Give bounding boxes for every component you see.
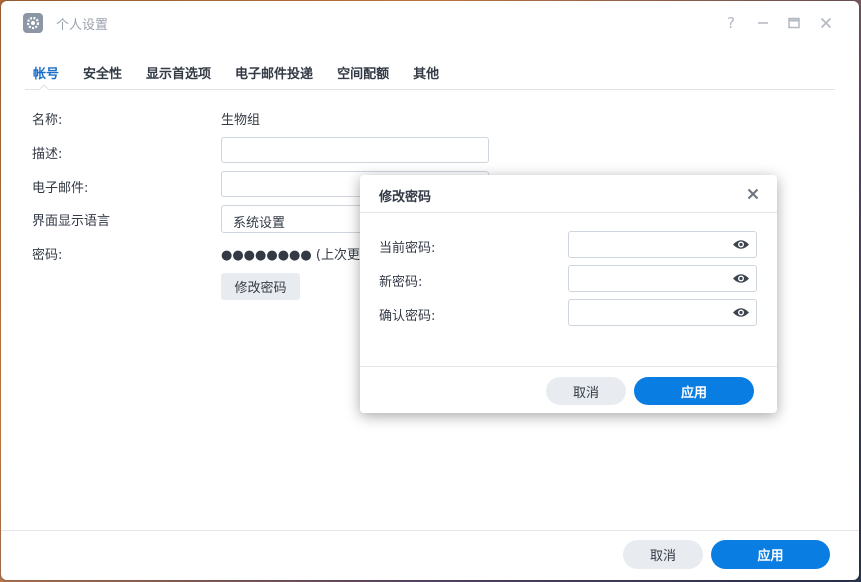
tab-bar: 帐号 安全性 显示首选项 电子邮件投递 空间配额 其他: [33, 63, 463, 89]
language-label: 界面显示语言: [32, 214, 111, 229]
change-password-dialog: 修改密码 当前密码: 新密码: 确认密码: 取消 应用: [360, 175, 777, 413]
cancel-button[interactable]: 取消: [623, 540, 703, 569]
help-icon[interactable]: ?: [721, 13, 741, 33]
dialog-cancel-button[interactable]: 取消: [546, 377, 626, 405]
eye-icon[interactable]: [732, 306, 750, 319]
active-tab-caret: [39, 84, 49, 91]
confirm-password-input[interactable]: [568, 299, 757, 326]
new-password-label: 新密码:: [379, 275, 423, 290]
name-value: 生物组: [221, 113, 261, 128]
password-label: 密码:: [32, 248, 63, 263]
tab-quota[interactable]: 空间配额: [337, 63, 389, 89]
dialog-header-divider: [360, 212, 777, 213]
footer-divider: [1, 530, 859, 531]
minimize-icon[interactable]: [753, 13, 773, 33]
description-label: 描述:: [32, 147, 63, 162]
tab-other[interactable]: 其他: [413, 63, 439, 89]
description-input[interactable]: [221, 137, 489, 163]
new-password-input[interactable]: [568, 265, 757, 292]
language-select[interactable]: 系统设置: [221, 205, 371, 233]
name-label: 名称:: [32, 113, 63, 128]
change-password-button[interactable]: 修改密码: [221, 273, 300, 300]
eye-icon[interactable]: [732, 272, 750, 285]
maximize-icon[interactable]: [784, 13, 804, 33]
tab-divider: [25, 89, 835, 90]
dialog-title: 修改密码: [379, 190, 432, 205]
window-title: 个人设置: [56, 18, 109, 33]
tab-security[interactable]: 安全性: [83, 63, 122, 89]
close-icon[interactable]: [816, 13, 836, 33]
tab-email-delivery[interactable]: 电子邮件投递: [235, 63, 313, 89]
apply-button[interactable]: 应用: [711, 540, 830, 569]
current-password-input[interactable]: [568, 231, 757, 258]
eye-icon[interactable]: [732, 238, 750, 251]
dialog-apply-button[interactable]: 应用: [634, 377, 754, 405]
email-label: 电子邮件:: [32, 181, 89, 196]
current-password-label: 当前密码:: [379, 241, 436, 256]
dialog-close-icon[interactable]: [747, 184, 759, 205]
gear-icon: [23, 13, 43, 33]
title-bar: 个人设置 ?: [1, 1, 859, 45]
confirm-password-label: 确认密码:: [379, 309, 436, 324]
tab-display-preferences[interactable]: 显示首选项: [146, 63, 211, 89]
dialog-footer-divider: [360, 366, 777, 367]
